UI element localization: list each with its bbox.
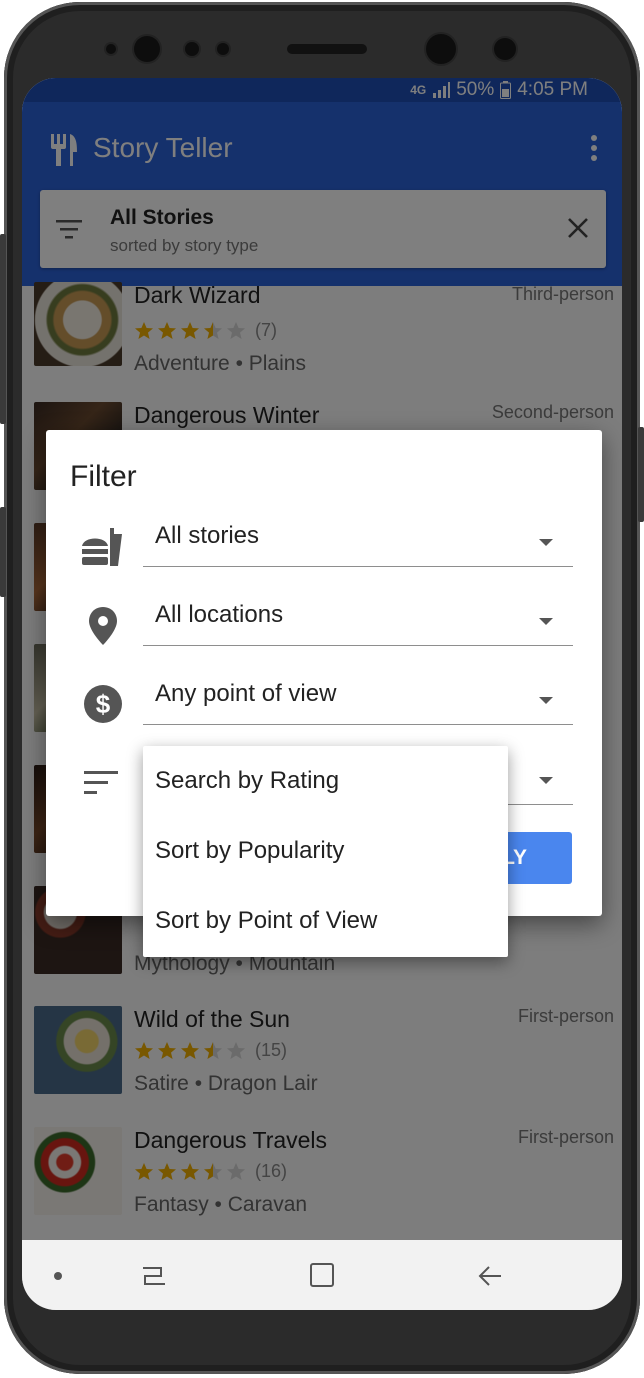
screen: 4G 50% 4:05 PM Story Teller All Stories … xyxy=(22,78,622,1310)
menu-item-sort-point-of-view[interactable]: Sort by Point of View xyxy=(155,886,495,956)
back-icon[interactable] xyxy=(477,1264,503,1288)
dollar-icon: $ xyxy=(84,685,122,723)
story-type-value: All stories xyxy=(155,522,260,549)
food-icon xyxy=(82,528,122,566)
navigation-bar xyxy=(22,1240,622,1310)
menu-item-sort-popularity[interactable]: Sort by Popularity xyxy=(155,816,495,886)
dialog-title: Filter xyxy=(70,460,137,493)
chevron-down-icon xyxy=(539,777,553,784)
story-type-select[interactable]: All stories xyxy=(143,522,573,567)
bixby-button xyxy=(0,507,6,597)
location-value: All locations xyxy=(155,601,284,628)
point-of-view-select[interactable]: Any point of view xyxy=(143,680,573,725)
iris-camera xyxy=(134,36,160,62)
sort-dropdown-menu: Search by Rating Sort by Popularity Sort… xyxy=(143,746,508,957)
home-icon[interactable] xyxy=(309,1262,335,1288)
sensor-dot xyxy=(185,42,199,56)
sensor-dot xyxy=(217,43,229,55)
recent-apps-icon[interactable] xyxy=(141,1264,167,1288)
chevron-down-icon xyxy=(539,618,553,625)
menu-item-sort-rating[interactable]: Search by Rating xyxy=(155,746,495,816)
volume-button xyxy=(0,234,6,424)
sensor-dot xyxy=(494,38,516,60)
point-of-view-value: Any point of view xyxy=(155,680,337,707)
dot-indicator-icon xyxy=(54,1272,62,1280)
svg-text:$: $ xyxy=(96,689,111,719)
chevron-down-icon xyxy=(539,697,553,704)
front-camera xyxy=(426,34,456,64)
power-button xyxy=(638,427,644,522)
chevron-down-icon xyxy=(539,539,553,546)
location-pin-icon xyxy=(89,607,117,645)
sort-icon xyxy=(84,771,118,794)
earpiece-speaker xyxy=(287,44,367,54)
location-select[interactable]: All locations xyxy=(143,601,573,646)
sensor-dot xyxy=(106,44,116,54)
